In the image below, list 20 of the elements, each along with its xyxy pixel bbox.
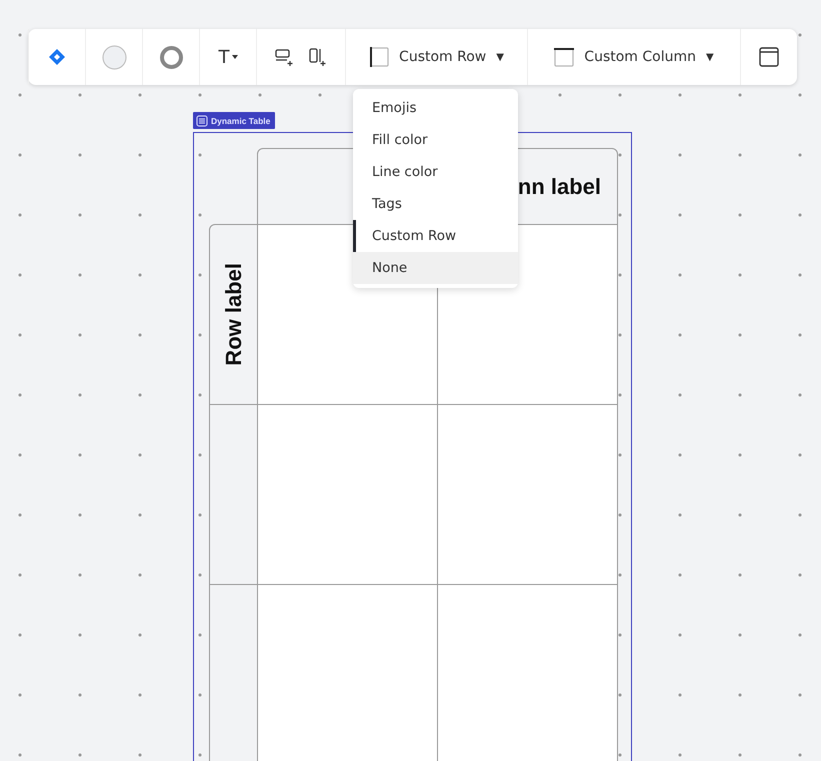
caret-icon	[232, 54, 238, 60]
column-style-dropdown[interactable]: Custom Column ▼	[554, 47, 714, 67]
window-icon[interactable]	[759, 47, 779, 67]
add-row-icon[interactable]	[275, 48, 295, 66]
column-label: nn label	[518, 174, 601, 200]
dynamic-table-tag: Dynamic Table	[193, 112, 276, 129]
text-tool-button[interactable]: T	[218, 46, 238, 68]
menu-item[interactable]: Tags	[353, 188, 518, 220]
menu-item[interactable]: Fill color	[353, 124, 518, 156]
column-style-icon	[554, 47, 574, 67]
add-column-icon[interactable]	[309, 48, 327, 66]
row-label: Row label	[220, 263, 246, 366]
menu-item[interactable]: None	[353, 252, 518, 284]
menu-item[interactable]: Emojis	[353, 92, 518, 124]
table-icon	[196, 114, 208, 126]
menu-item[interactable]: Line color	[353, 156, 518, 188]
row-style-icon	[369, 47, 390, 67]
diamond-logo-icon[interactable]	[48, 48, 66, 66]
row-style-dropdown[interactable]: Custom Row ▼	[369, 47, 504, 67]
ring-shape-icon[interactable]	[158, 44, 184, 70]
